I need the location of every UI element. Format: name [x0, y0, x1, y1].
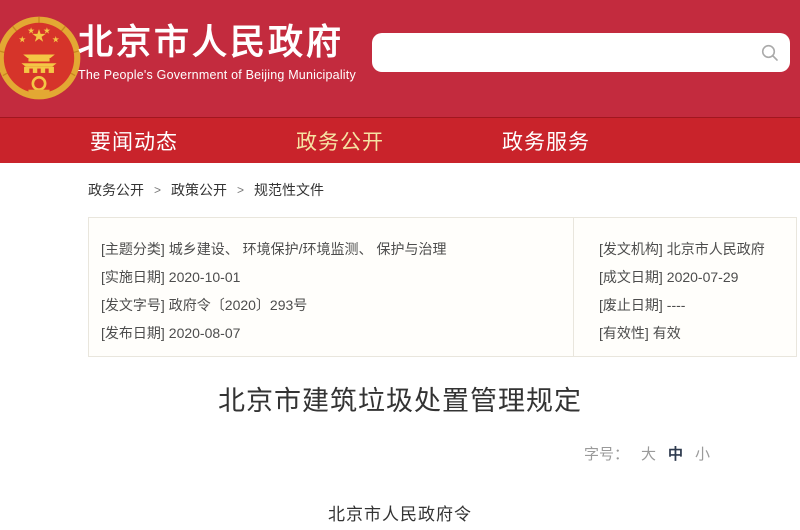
- breadcrumb-separator-icon: >: [154, 183, 161, 197]
- metadata-value: 有效: [653, 325, 681, 341]
- site-subtitle: The People's Government of Beijing Munic…: [78, 68, 356, 82]
- breadcrumb-separator-icon: >: [237, 183, 244, 197]
- metadata-label: [发文机构]: [599, 241, 663, 257]
- metadata-row-doc-number: [发文字号]政府令〔2020〕293号: [101, 291, 561, 319]
- metadata-right-column: [发文机构]北京市人民政府 [成文日期]2020-07-29 [废止日期]---…: [599, 235, 794, 347]
- metadata-label: [成文日期]: [599, 269, 663, 285]
- page-title: 北京市建筑垃圾处置管理规定: [0, 379, 800, 418]
- nav-item-news[interactable]: 要闻动态: [90, 126, 178, 156]
- search-icon: [761, 44, 779, 62]
- breadcrumb-item-normative-docs: 规范性文件: [254, 180, 324, 200]
- metadata-row-validity: [有效性]有效: [599, 319, 794, 347]
- metadata-value: 2020-10-01: [169, 269, 241, 285]
- metadata-row-issuing-agency: [发文机构]北京市人民政府: [599, 235, 794, 263]
- metadata-value: 政府令〔2020〕293号: [169, 297, 308, 313]
- metadata-value: 2020-08-07: [169, 325, 241, 341]
- nav-item-gov-openness[interactable]: 政务公开: [296, 126, 384, 156]
- font-size-label: 字号：: [584, 443, 629, 464]
- metadata-row-repeal-date: [废止日期]----: [599, 291, 794, 319]
- metadata-label: [实施日期]: [101, 269, 165, 285]
- metadata-label: [主题分类]: [101, 241, 165, 257]
- metadata-label: [发布日期]: [101, 325, 165, 341]
- breadcrumb-item-policy[interactable]: 政策公开: [171, 180, 227, 200]
- site-header: 北京市人民政府 The People's Government of Beiji…: [0, 0, 800, 117]
- national-emblem-icon: [0, 14, 83, 102]
- metadata-row-signed-date: [成文日期]2020-07-29: [599, 263, 794, 291]
- metadata-label: [有效性]: [599, 325, 649, 341]
- metadata-label: [废止日期]: [599, 297, 663, 313]
- search-box: [372, 33, 790, 72]
- metadata-row-topic: [主题分类]城乡建设、 环境保护/环境监测、 保护与治理: [101, 235, 561, 263]
- site-title: 北京市人民政府: [78, 22, 356, 64]
- site-title-block[interactable]: 北京市人民政府 The People's Government of Beiji…: [78, 22, 356, 82]
- metadata-value: 北京市人民政府: [667, 241, 765, 257]
- metadata-value: 2020-07-29: [667, 269, 739, 285]
- page: 北京市人民政府 The People's Government of Beiji…: [0, 0, 800, 530]
- national-emblem-logo[interactable]: [0, 14, 83, 102]
- metadata-row-effective-date: [实施日期]2020-10-01: [101, 263, 561, 291]
- document-metadata-box: [主题分类]城乡建设、 环境保护/环境监测、 保护与治理 [实施日期]2020-…: [88, 217, 797, 357]
- search-input[interactable]: [372, 33, 750, 72]
- font-size-option-medium[interactable]: 中: [668, 443, 683, 464]
- search-button[interactable]: [750, 33, 790, 72]
- metadata-value: 城乡建设、 环境保护/环境监测、 保护与治理: [169, 241, 447, 257]
- metadata-label: [发文字号]: [101, 297, 165, 313]
- breadcrumb-item-gov-openness[interactable]: 政务公开: [88, 180, 144, 200]
- metadata-left-column: [主题分类]城乡建设、 环境保护/环境监测、 保护与治理 [实施日期]2020-…: [101, 235, 561, 347]
- metadata-value: ----: [667, 297, 686, 313]
- nav-item-gov-services[interactable]: 政务服务: [502, 126, 590, 156]
- metadata-column-divider: [573, 218, 574, 356]
- document-body-heading: 北京市人民政府令: [0, 500, 800, 525]
- metadata-row-publish-date: [发布日期]2020-08-07: [101, 319, 561, 347]
- font-size-option-small[interactable]: 小: [695, 443, 710, 464]
- breadcrumb: 政务公开 > 政策公开 > 规范性文件: [88, 180, 324, 200]
- font-size-option-large[interactable]: 大: [641, 443, 656, 464]
- font-size-selector: 字号： 大 中 小: [584, 443, 710, 464]
- main-nav: 要闻动态 政务公开 政务服务: [0, 117, 800, 163]
